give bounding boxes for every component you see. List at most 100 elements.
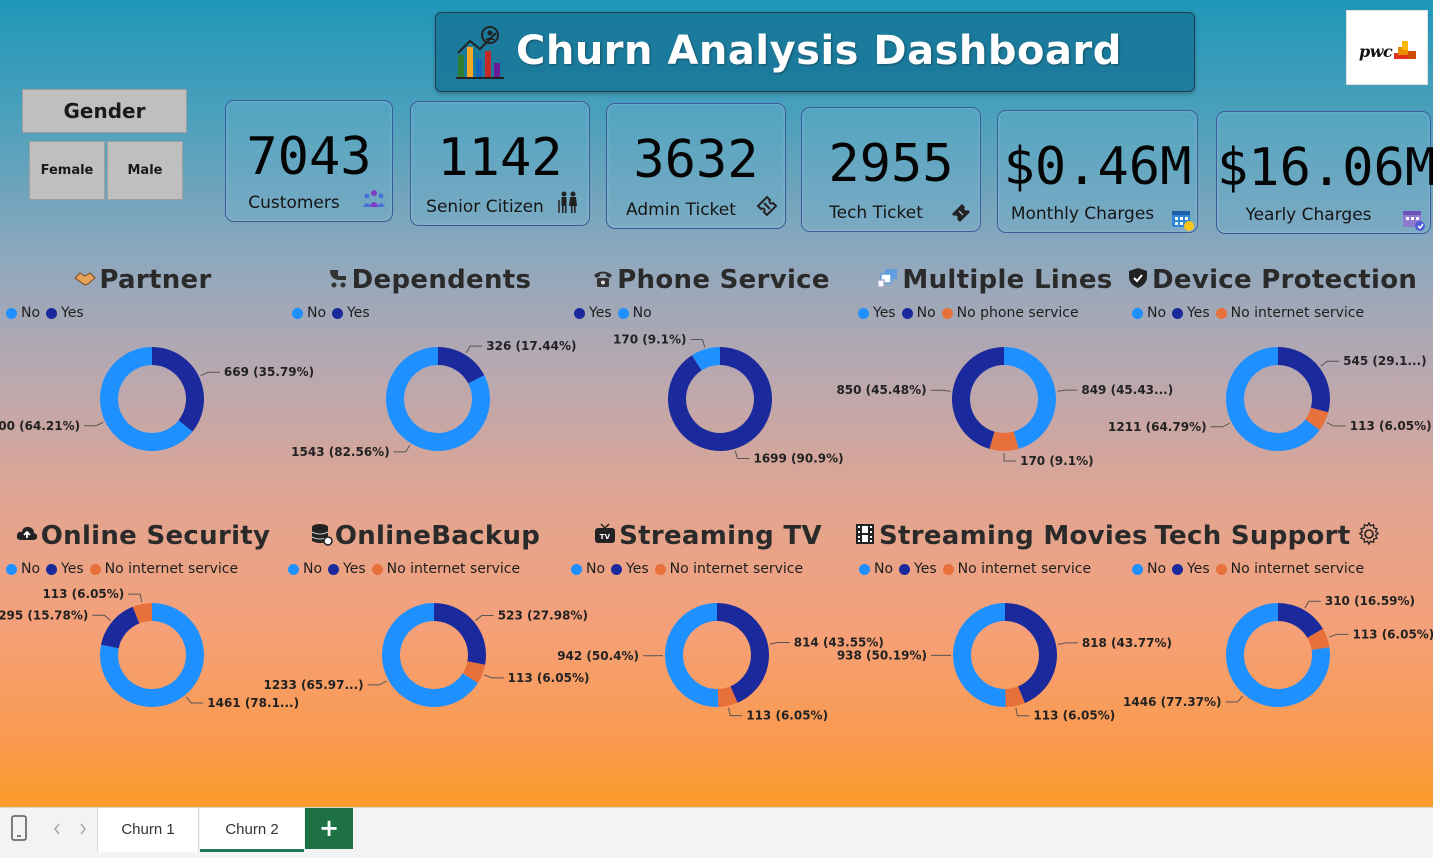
leader-line — [484, 674, 504, 679]
legend-dot — [371, 563, 383, 575]
tab-churn-2[interactable]: Churn 2 — [200, 808, 304, 852]
legend-item[interactable]: No — [571, 561, 605, 577]
donut-slice[interactable] — [1278, 347, 1330, 413]
legend-item[interactable]: Yes — [1172, 561, 1210, 577]
kpi-yearly-charges-card: $16.06M Yearly Charges — [1216, 111, 1433, 234]
legend-label: Yes — [589, 305, 612, 321]
legend-label: Yes — [626, 561, 649, 577]
data-label: 113 (6.05%) — [1352, 627, 1433, 641]
legend-item[interactable]: No — [6, 561, 40, 577]
donut-slice[interactable] — [1005, 603, 1057, 704]
gender-male-button[interactable]: Male — [107, 141, 183, 200]
legend-label: No — [586, 561, 606, 577]
legend-label: No internet service — [1230, 305, 1365, 321]
online-security-chart-panel: Online Security No Yes No internet service 1… — [0, 521, 299, 771]
legend-item[interactable]: No internet service — [1215, 305, 1365, 321]
legend-item[interactable]: Yes — [574, 305, 612, 321]
leader-line — [930, 389, 951, 392]
tab-churn-1[interactable]: Churn 1 — [97, 808, 199, 852]
legend-label: No — [632, 305, 652, 321]
data-label: 113 (6.05%) — [1033, 709, 1115, 723]
legend-item[interactable]: No — [901, 305, 936, 321]
legend-label: Yes — [1187, 561, 1210, 577]
chevron-right-icon[interactable] — [78, 822, 88, 836]
donut-slice[interactable] — [434, 603, 486, 665]
legend-item[interactable]: Yes — [328, 561, 366, 577]
legend-item[interactable]: No — [1132, 305, 1166, 321]
legend-item[interactable]: No — [1132, 561, 1166, 577]
leader-line — [1326, 422, 1346, 427]
legend-item[interactable]: No internet service — [942, 561, 1091, 577]
data-label: 545 (29.1...) — [1343, 354, 1426, 368]
kpi-admin-ticket-card: 3632 Admin Ticket — [606, 103, 786, 229]
legend-dot — [6, 563, 17, 575]
donut-slice[interactable] — [101, 606, 140, 649]
legend-item[interactable]: Yes — [858, 305, 896, 321]
gender-female-button[interactable]: Female — [29, 141, 105, 200]
leader-line — [1015, 707, 1030, 717]
phone-icon — [594, 271, 613, 287]
leader-line — [200, 371, 220, 377]
donut-slice[interactable] — [953, 603, 1006, 707]
chart-title: Partner — [0, 265, 285, 299]
data-label: 113 (6.05%) — [746, 709, 828, 723]
legend-label: No internet service — [1230, 561, 1365, 577]
svg-text:TV: TV — [600, 533, 611, 541]
legend-item[interactable]: No internet service — [371, 561, 520, 577]
donut-slice[interactable] — [665, 603, 719, 707]
donut-slice[interactable] — [1278, 603, 1323, 638]
legend-label: No phone service — [956, 305, 1079, 321]
calendar-icon — [1172, 211, 1194, 231]
legend-item[interactable]: No internet service — [1215, 561, 1365, 577]
legend-item[interactable]: Yes — [611, 561, 649, 577]
chart-title-text: Multiple Lines — [902, 265, 1113, 295]
legend-item[interactable]: No phone service — [941, 305, 1079, 321]
kpi-label: Monthly Charges — [1010, 204, 1155, 224]
donut-chart: 849 (45.43...)170 (9.1%)850 (45.48%) — [836, 347, 1173, 468]
leader-line — [128, 593, 143, 603]
chart-legend: Yes No No phone service — [858, 305, 1085, 323]
legend-item[interactable]: No — [288, 561, 322, 577]
donut-chart: 1699 (90.9%) 170 (9.1%) — [613, 333, 844, 466]
tv-icon: TV — [595, 523, 616, 543]
legend-dot — [941, 307, 953, 319]
legend-item[interactable]: No — [859, 561, 893, 577]
legend-item[interactable]: Yes — [1172, 305, 1210, 321]
legend-item[interactable]: Yes — [332, 305, 370, 321]
donut-slice[interactable] — [989, 431, 1019, 451]
donut-slice[interactable] — [438, 347, 485, 384]
donut-chart: 669 (35.79%)1200 (64.21%) — [0, 347, 314, 451]
leader-line — [475, 614, 494, 621]
chevron-left-icon[interactable] — [52, 822, 62, 836]
legend-item[interactable]: No internet service — [654, 561, 803, 577]
leader-line — [1320, 360, 1340, 367]
legend-item[interactable]: Yes — [899, 561, 937, 577]
ticket-icon — [952, 204, 970, 222]
kpi-value: 7043 — [246, 127, 372, 187]
film-icon — [856, 524, 874, 544]
legend-item[interactable]: No — [617, 305, 652, 321]
donut-slice[interactable] — [152, 347, 204, 432]
legend-dot — [654, 563, 666, 575]
data-label: 942 (50.4%) — [557, 649, 639, 663]
legend-item[interactable]: No — [292, 305, 326, 321]
sheet-tab-bar: Churn 1 Churn 2 + — [0, 807, 1433, 858]
data-label: 295 (15.78%) — [0, 608, 88, 622]
legend-dot — [942, 563, 954, 575]
leader-line — [1328, 633, 1349, 638]
chart-title-text: OnlineBackup — [334, 521, 541, 551]
legend-dot — [46, 563, 58, 575]
legend-item[interactable]: No internet service — [89, 561, 238, 577]
chart-title: Phone Service — [568, 265, 853, 299]
legend-item[interactable]: No — [6, 305, 40, 321]
mobile-layout-icon[interactable] — [10, 814, 28, 842]
shield-icon — [1129, 268, 1147, 288]
legend-dot — [1215, 307, 1227, 319]
donut-slice[interactable] — [717, 603, 770, 703]
legend-item[interactable]: Yes — [46, 305, 84, 321]
data-label: 170 (9.1%) — [1020, 454, 1093, 468]
data-label: 310 (16.59%) — [1325, 594, 1415, 608]
add-page-button[interactable]: + — [305, 808, 353, 849]
legend-item[interactable]: Yes — [46, 561, 84, 577]
gear-icon — [1358, 522, 1379, 546]
